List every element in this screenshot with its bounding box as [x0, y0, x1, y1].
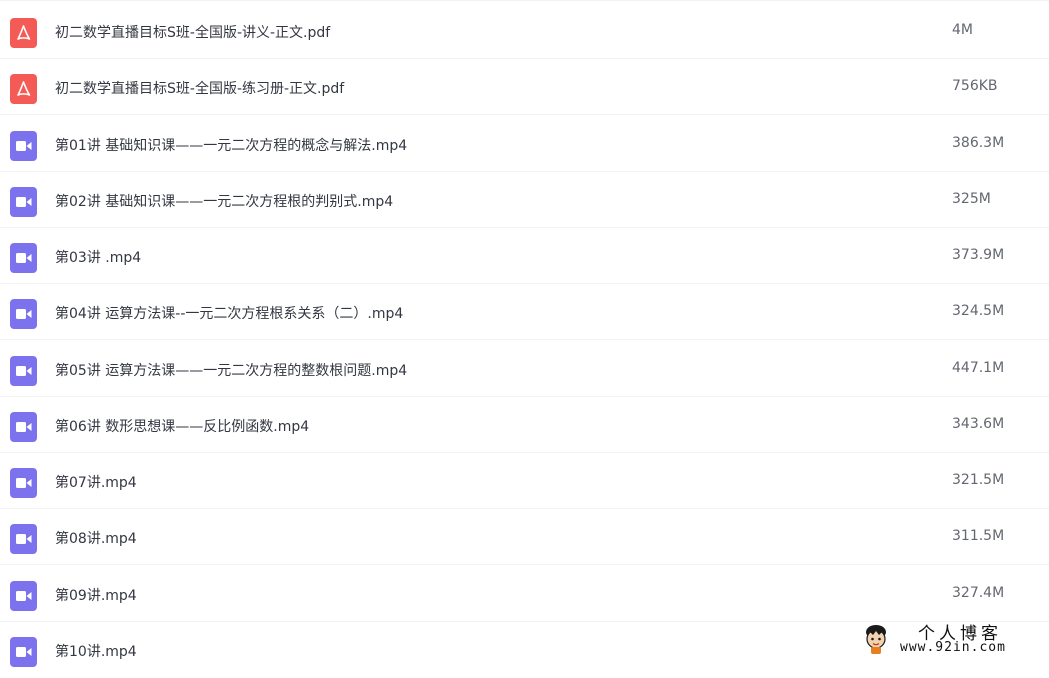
- file-name[interactable]: 第03讲 .mp4: [55, 247, 141, 267]
- video-icon: [10, 131, 37, 161]
- video-icon: [10, 356, 37, 386]
- file-name[interactable]: 第02讲 基础知识课——一元二次方程根的判别式.mp4: [55, 191, 393, 211]
- file-list: 初二数学直播目标S班-全国版-讲义-正文.pdf 4M 初二数学直播目标S班-全…: [0, 0, 1049, 667]
- file-row[interactable]: 第09讲.mp4 327.4M: [0, 566, 1049, 622]
- pdf-icon: [10, 74, 37, 104]
- pdf-icon: [10, 18, 37, 48]
- file-name[interactable]: 初二数学直播目标S班-全国版-练习册-正文.pdf: [55, 78, 344, 98]
- file-row[interactable]: 第04讲 运算方法课--一元二次方程根系关系（二）.mp4 324.5M: [0, 284, 1049, 340]
- file-size: 321.5M: [952, 472, 1005, 488]
- file-name[interactable]: 第05讲 运算方法课——一元二次方程的整数根问题.mp4: [55, 360, 407, 380]
- file-size: 756KB: [952, 78, 998, 94]
- file-size: 373.9M: [952, 247, 1005, 263]
- file-size: 386.3M: [952, 135, 1005, 151]
- video-icon: [10, 524, 37, 554]
- file-name[interactable]: 第10讲.mp4: [55, 641, 137, 661]
- video-icon: [10, 468, 37, 498]
- file-name[interactable]: 第07讲.mp4: [55, 472, 137, 492]
- file-row[interactable]: 第08讲.mp4 311.5M: [0, 509, 1049, 565]
- file-size: 325M: [952, 191, 991, 207]
- file-name[interactable]: 第08讲.mp4: [55, 528, 137, 548]
- file-name[interactable]: 第09讲.mp4: [55, 585, 137, 605]
- video-icon: [10, 581, 37, 611]
- file-size: 447.1M: [952, 360, 1005, 376]
- file-size: 343.6M: [952, 416, 1005, 432]
- file-row[interactable]: 第01讲 基础知识课——一元二次方程的概念与解法.mp4 386.3M: [0, 116, 1049, 172]
- file-row[interactable]: 第03讲 .mp4 373.9M: [0, 228, 1049, 284]
- file-row[interactable]: 初二数学直播目标S班-全国版-讲义-正文.pdf 4M: [0, 3, 1049, 59]
- video-icon: [10, 187, 37, 217]
- file-name[interactable]: 第04讲 运算方法课--一元二次方程根系关系（二）.mp4: [55, 303, 403, 323]
- list-top-divider: [0, 0, 1049, 1]
- file-name[interactable]: 第06讲 数形思想课——反比例函数.mp4: [55, 416, 309, 436]
- file-row[interactable]: 第06讲 数形思想课——反比例函数.mp4 343.6M: [0, 397, 1049, 453]
- avatar-icon: [866, 625, 886, 654]
- video-icon: [10, 299, 37, 329]
- video-icon: [10, 637, 37, 667]
- file-row[interactable]: 第07讲.mp4 321.5M: [0, 453, 1049, 509]
- file-row[interactable]: 初二数学直播目标S班-全国版-练习册-正文.pdf 756KB: [0, 59, 1049, 115]
- file-size: 327.4M: [952, 585, 1005, 601]
- watermark-url: www.92in.com: [900, 640, 1006, 655]
- file-size: 324.5M: [952, 303, 1005, 319]
- file-size: 4M: [952, 22, 973, 38]
- video-icon: [10, 243, 37, 273]
- video-icon: [10, 412, 37, 442]
- file-size: 311.5M: [952, 528, 1005, 544]
- file-name[interactable]: 第01讲 基础知识课——一元二次方程的概念与解法.mp4: [55, 135, 407, 155]
- file-row[interactable]: 第05讲 运算方法课——一元二次方程的整数根问题.mp4 447.1M: [0, 341, 1049, 397]
- file-name[interactable]: 初二数学直播目标S班-全国版-讲义-正文.pdf: [55, 22, 330, 42]
- blog-watermark: 个人博客 www.92in.com: [856, 618, 1046, 660]
- file-row[interactable]: 第02讲 基础知识课——一元二次方程根的判别式.mp4 325M: [0, 172, 1049, 228]
